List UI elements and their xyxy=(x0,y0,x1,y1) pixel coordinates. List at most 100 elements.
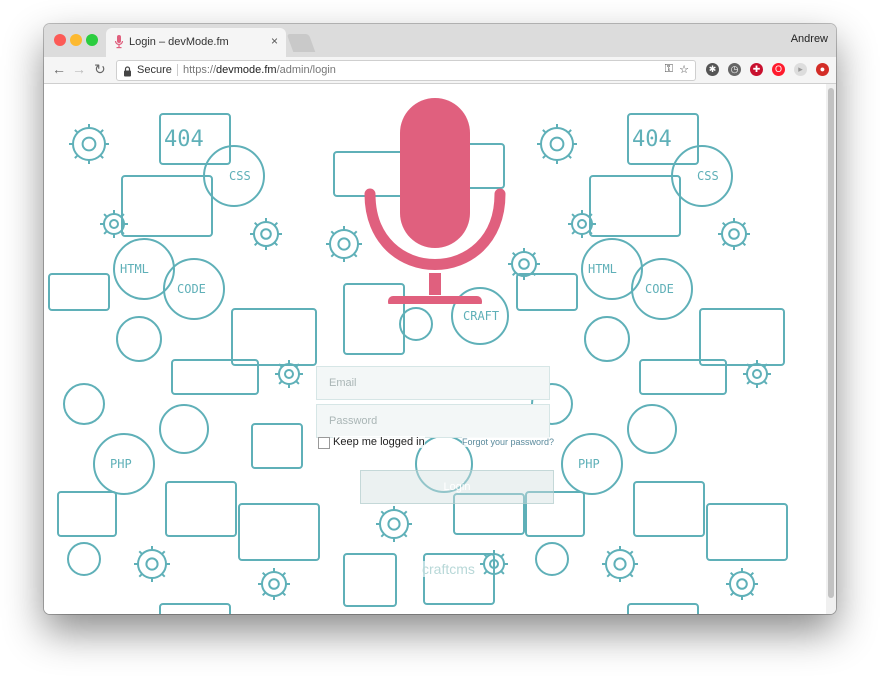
key-icon[interactable]: ⚿ xyxy=(665,63,673,76)
tile-1-gear-c-hub xyxy=(577,219,587,229)
puzzle-icon[interactable]: ▸ xyxy=(794,63,807,76)
back-arrow-icon[interactable]: ← xyxy=(52,61,66,77)
tile-1-gear-f-hub xyxy=(736,578,748,590)
tile-0-gear-a-tooth xyxy=(99,129,104,134)
tile-1-gear-a xyxy=(540,127,574,161)
forgot-password-link[interactable]: Forgot your password? xyxy=(462,437,555,447)
tab-close-icon[interactable]: × xyxy=(271,34,278,48)
tile-1-flowchart-icon xyxy=(633,481,705,537)
tile-0-gear-b-tooth xyxy=(253,241,259,247)
tile-1-gear-b-hub xyxy=(728,228,740,240)
opera-icon[interactable]: O xyxy=(772,63,785,76)
remember-label[interactable]: Keep me logged in xyxy=(333,436,425,448)
tile-1-gear-d-tooth xyxy=(763,380,768,385)
lock-icon xyxy=(123,64,132,82)
lastpass-icon[interactable]: ● xyxy=(816,63,829,76)
tile-0-gear-c-hub xyxy=(109,219,119,229)
tile-1-gear-e-tooth xyxy=(606,550,611,555)
page-content: 404 404 CSS CSS HTML HTML CODE CODE CRAFT PHP PHP … xyxy=(44,84,826,614)
tile-1-gear-f xyxy=(729,571,755,597)
tile-1-gear-a-tooth xyxy=(567,154,572,159)
tile-1-stopwatch-icon xyxy=(584,316,630,362)
star-icon[interactable]: ☆ xyxy=(679,63,689,76)
mid-gear-c-tooth xyxy=(403,510,408,515)
login-button[interactable]: Login xyxy=(360,470,554,504)
vertical-scrollbar[interactable] xyxy=(826,84,836,614)
tile-1-gear-b-tooth xyxy=(741,241,747,247)
pattern-label: HTML xyxy=(588,262,617,276)
tile-1-monitor-bottom-icon xyxy=(627,603,699,614)
remember-checkbox[interactable] xyxy=(318,437,330,449)
pattern-label: PHP xyxy=(578,457,600,471)
tile-0-gear-b-tooth xyxy=(273,241,279,247)
tile-0-laptop-icon xyxy=(121,175,213,237)
tile-0-gear-a-tooth xyxy=(74,154,79,159)
tile-0-monitor-bottom-icon xyxy=(159,603,231,614)
tile-0-code-laptop-icon xyxy=(231,308,317,366)
tile-0-gear-c-tooth xyxy=(103,230,108,235)
tile-0-gear-a-tooth xyxy=(99,154,104,159)
new-tab-button[interactable] xyxy=(286,34,316,52)
minimize-window-button[interactable] xyxy=(70,34,82,46)
address-bar[interactable]: Secure https://devmode.fm/admin/login ⚿ … xyxy=(116,60,696,81)
tile-0-gear-f-tooth xyxy=(281,591,287,597)
tile-0-gear-b xyxy=(253,221,279,247)
mid-gear-d-tooth xyxy=(483,570,488,575)
mid-gear-a-tooth xyxy=(330,253,335,258)
mid-gear-b-hub xyxy=(518,258,530,270)
tile-0-bug-icon xyxy=(63,383,105,425)
microphone-favicon-icon xyxy=(114,35,124,54)
tile-1-chart-circle-icon xyxy=(627,404,677,454)
pattern-label: CSS xyxy=(229,169,251,183)
profile-name[interactable]: Andrew xyxy=(791,33,828,45)
tile-1-laptop-icon xyxy=(589,175,681,237)
tile-0-gear-f-tooth xyxy=(281,571,287,577)
settings-icon[interactable]: ✱ xyxy=(706,63,719,76)
tile-1-gear-a-tooth xyxy=(542,154,547,159)
close-window-button[interactable] xyxy=(54,34,66,46)
microphone-logo-icon xyxy=(362,98,508,309)
tile-1-gear-b-tooth xyxy=(721,241,727,247)
tile-0-gear-e-tooth xyxy=(161,550,166,555)
tile-1-gear-b xyxy=(721,221,747,247)
scrollbar-thumb[interactable] xyxy=(828,88,834,598)
clock-icon[interactable]: ◷ xyxy=(728,63,741,76)
tile-0-gear-b-hub xyxy=(260,228,272,240)
mid-gear-a-tooth xyxy=(330,230,335,235)
mid-gear-a-hub xyxy=(337,237,351,251)
mid-gear-a-tooth xyxy=(353,230,358,235)
mid-gear-b-tooth xyxy=(511,271,517,277)
tile-0-gear-f-tooth xyxy=(261,571,267,577)
tile-1-gear-e xyxy=(605,549,635,579)
tile-1-gear-d-hub xyxy=(752,369,762,379)
folder-icon xyxy=(251,423,303,469)
reload-icon[interactable]: ↻ xyxy=(94,61,106,77)
mid-gear-d-tooth xyxy=(500,570,505,575)
tile-1-document-icon xyxy=(516,273,578,311)
tile-1-gear-f-tooth xyxy=(729,591,735,597)
tile-0-box-icon xyxy=(57,491,117,537)
tile-1-gear-d-tooth xyxy=(746,380,751,385)
tile-0-gear-d-hub xyxy=(284,369,294,379)
pattern-label: CODE xyxy=(177,282,206,296)
ublock-icon[interactable]: ✚ xyxy=(750,63,763,76)
tile-0-video-player-icon xyxy=(238,503,320,561)
tile-0-gear-e-hub xyxy=(145,557,159,571)
pattern-label: 404 xyxy=(164,127,204,152)
tile-0-flowchart-icon xyxy=(165,481,237,537)
tile-1-video-player-icon xyxy=(706,503,788,561)
secure-label: Secure xyxy=(137,64,172,76)
tile-0-chart-circle-icon xyxy=(159,404,209,454)
tab-login[interactable]: Login – devMode.fm × xyxy=(106,28,286,57)
pattern-label: HTML xyxy=(120,262,149,276)
tab-bar: Login – devMode.fm × Andrew xyxy=(44,24,836,57)
tile-1-gear-d xyxy=(746,363,768,385)
forward-arrow-icon[interactable]: → xyxy=(72,61,86,77)
zoom-window-button[interactable] xyxy=(86,34,98,46)
email-field[interactable]: Email xyxy=(316,366,550,400)
password-field[interactable]: Password xyxy=(316,404,550,438)
mid-gear-c xyxy=(379,509,409,539)
tile-1-gear-a-tooth xyxy=(542,129,547,134)
powered-by-logo: craftcms xyxy=(422,561,475,577)
tile-1-gear-e-tooth xyxy=(606,573,611,578)
